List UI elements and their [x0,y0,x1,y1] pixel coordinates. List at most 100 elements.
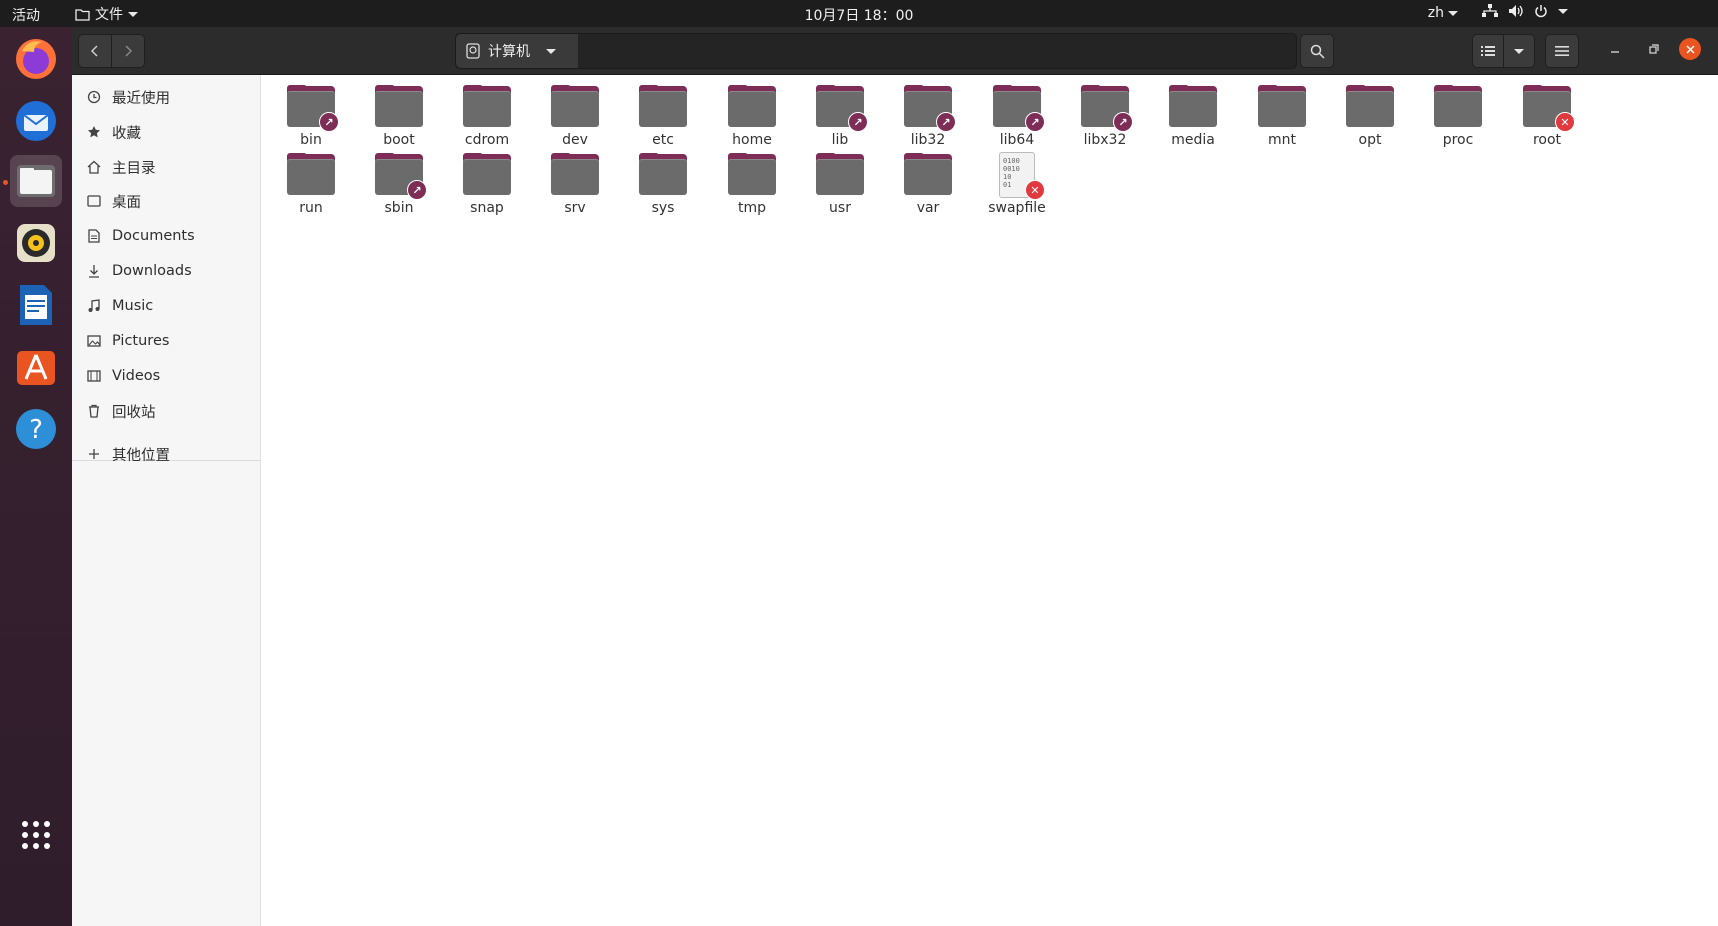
software-icon [17,351,55,385]
sidebar-item-other-locations[interactable]: 其他位置 [72,436,260,472]
chevron-left-icon [90,45,98,57]
file-item-run[interactable]: run [261,146,351,216]
file-grid[interactable]: ↗ bin boot cdrom dev etc home ↗ lib ↗ li… [261,75,1718,926]
file-name: snap [470,200,504,216]
input-method-menu[interactable]: zh [1428,5,1458,21]
sidebar-item-music[interactable]: Music [72,288,260,324]
clock-icon [86,90,102,104]
forward-button[interactable] [111,34,145,68]
app-menu[interactable]: 文件 [75,4,138,24]
thunderbird-launcher[interactable] [10,95,62,147]
download-icon [86,264,102,278]
help-launcher[interactable]: ? [10,403,62,455]
app-menu-label: 文件 [95,7,123,23]
file-item-media[interactable]: media [1143,78,1233,148]
folder-icon [463,85,511,128]
file-item-tmp[interactable]: tmp [702,146,792,216]
sidebar-item-desktop[interactable]: 桌面 [72,183,260,219]
file-item-sbin[interactable]: ↗ sbin [349,146,439,216]
folder-icon [463,153,511,196]
file-item-boot[interactable]: boot [349,78,439,148]
file-item-root[interactable]: ✕ root [1497,78,1587,148]
sidebar-item-label: Downloads [112,263,192,279]
volume-icon [1509,5,1523,17]
sidebar-item-videos[interactable]: Videos [72,358,260,394]
folder-icon [1346,85,1394,128]
file-item-bin[interactable]: ↗ bin [261,78,351,148]
file-item-proc[interactable]: proc [1408,78,1498,148]
file-item-etc[interactable]: etc [613,78,703,148]
writer-launcher[interactable] [10,279,62,331]
file-item-lib[interactable]: ↗ lib [790,78,880,148]
file-name: srv [564,200,586,216]
sidebar-item-label: Videos [112,368,161,384]
chevron-down-icon [1448,10,1458,16]
file-item-usr[interactable]: usr [790,146,880,216]
file-item-opt[interactable]: opt [1320,78,1410,148]
file-item-libx32[interactable]: ↗ libx32 [1055,78,1145,148]
sidebar-item-label: 收藏 [112,125,141,142]
maximize-button[interactable] [1642,37,1666,61]
file-item-cdrom[interactable]: cdrom [437,78,527,148]
rhythmbox-launcher[interactable] [10,217,62,269]
sidebar-item-pictures[interactable]: Pictures [72,323,260,359]
sidebar-item-documents[interactable]: Documents [72,218,260,254]
thunderbird-icon [16,101,56,141]
file-item-dev[interactable]: dev [525,78,615,148]
power-icon [1535,5,1547,18]
file-item-lib32[interactable]: ↗ lib32 [878,78,968,148]
symlink-emblem-icon: ↗ [1025,112,1045,132]
restore-icon [1649,44,1659,54]
sidebar-item-downloads[interactable]: Downloads [72,253,260,289]
back-button[interactable] [78,34,112,68]
path-bar[interactable]: 计算机 [455,33,1297,69]
home-icon [86,160,102,174]
software-launcher[interactable] [10,341,62,393]
minimize-button[interactable] [1603,37,1627,61]
folder-icon [75,8,90,21]
no-access-emblem-icon: ✕ [1025,180,1045,200]
file-name: tmp [737,200,766,216]
activities-button[interactable]: 活动 [12,5,40,25]
firefox-launcher[interactable] [10,33,62,85]
file-item-home[interactable]: home [702,78,792,148]
binary-file-icon: 0100 0010 10 01 ✕ [993,152,1045,200]
folder-icon [375,85,423,128]
file-name: mnt [1268,132,1296,148]
file-name: libx32 [1083,132,1127,148]
top-bar: 活动 文件 10月7日 18：00 zh [0,0,1718,27]
language-label: zh [1427,5,1444,21]
folder-icon [816,153,864,196]
file-item-var[interactable]: var [878,146,968,216]
sidebar-item-recent[interactable]: 最近使用 [72,79,260,115]
folder-icon: ↗ [904,85,956,132]
file-item-srv[interactable]: srv [525,146,615,216]
chevron-right-icon [125,45,133,57]
path-button-computer[interactable]: 计算机 [456,34,578,68]
search-button[interactable] [1300,34,1334,68]
main-menu-button[interactable] [1545,34,1579,68]
view-options-button[interactable] [1503,34,1535,68]
file-name: media [1171,132,1215,148]
sidebar-item-label: 其他位置 [112,447,170,464]
sidebar-item-trash[interactable]: 回收站 [72,393,260,429]
file-item-snap[interactable]: snap [437,146,527,216]
symlink-emblem-icon: ↗ [319,112,339,132]
system-tray[interactable] [1482,4,1568,18]
view-toggle-button[interactable] [1472,34,1504,68]
close-button[interactable] [1679,38,1701,60]
sidebar-item-starred[interactable]: 收藏 [72,114,260,150]
help-icon: ? [16,409,56,449]
file-item-swapfile[interactable]: 0100 0010 10 01 ✕ swapfile [967,146,1057,216]
chevron-down-icon [546,48,556,54]
search-icon [1310,44,1325,59]
sidebar-item-home[interactable]: 主目录 [72,149,260,185]
file-item-mnt[interactable]: mnt [1232,78,1322,148]
firefox-icon [16,39,56,79]
file-item-sys[interactable]: sys [613,146,703,216]
chevron-down-icon [128,11,138,17]
clock[interactable]: 10月7日 18：00 [805,8,914,24]
files-launcher[interactable] [10,155,62,207]
file-item-lib64[interactable]: ↗ lib64 [967,78,1057,148]
show-apps-button[interactable] [10,809,62,861]
